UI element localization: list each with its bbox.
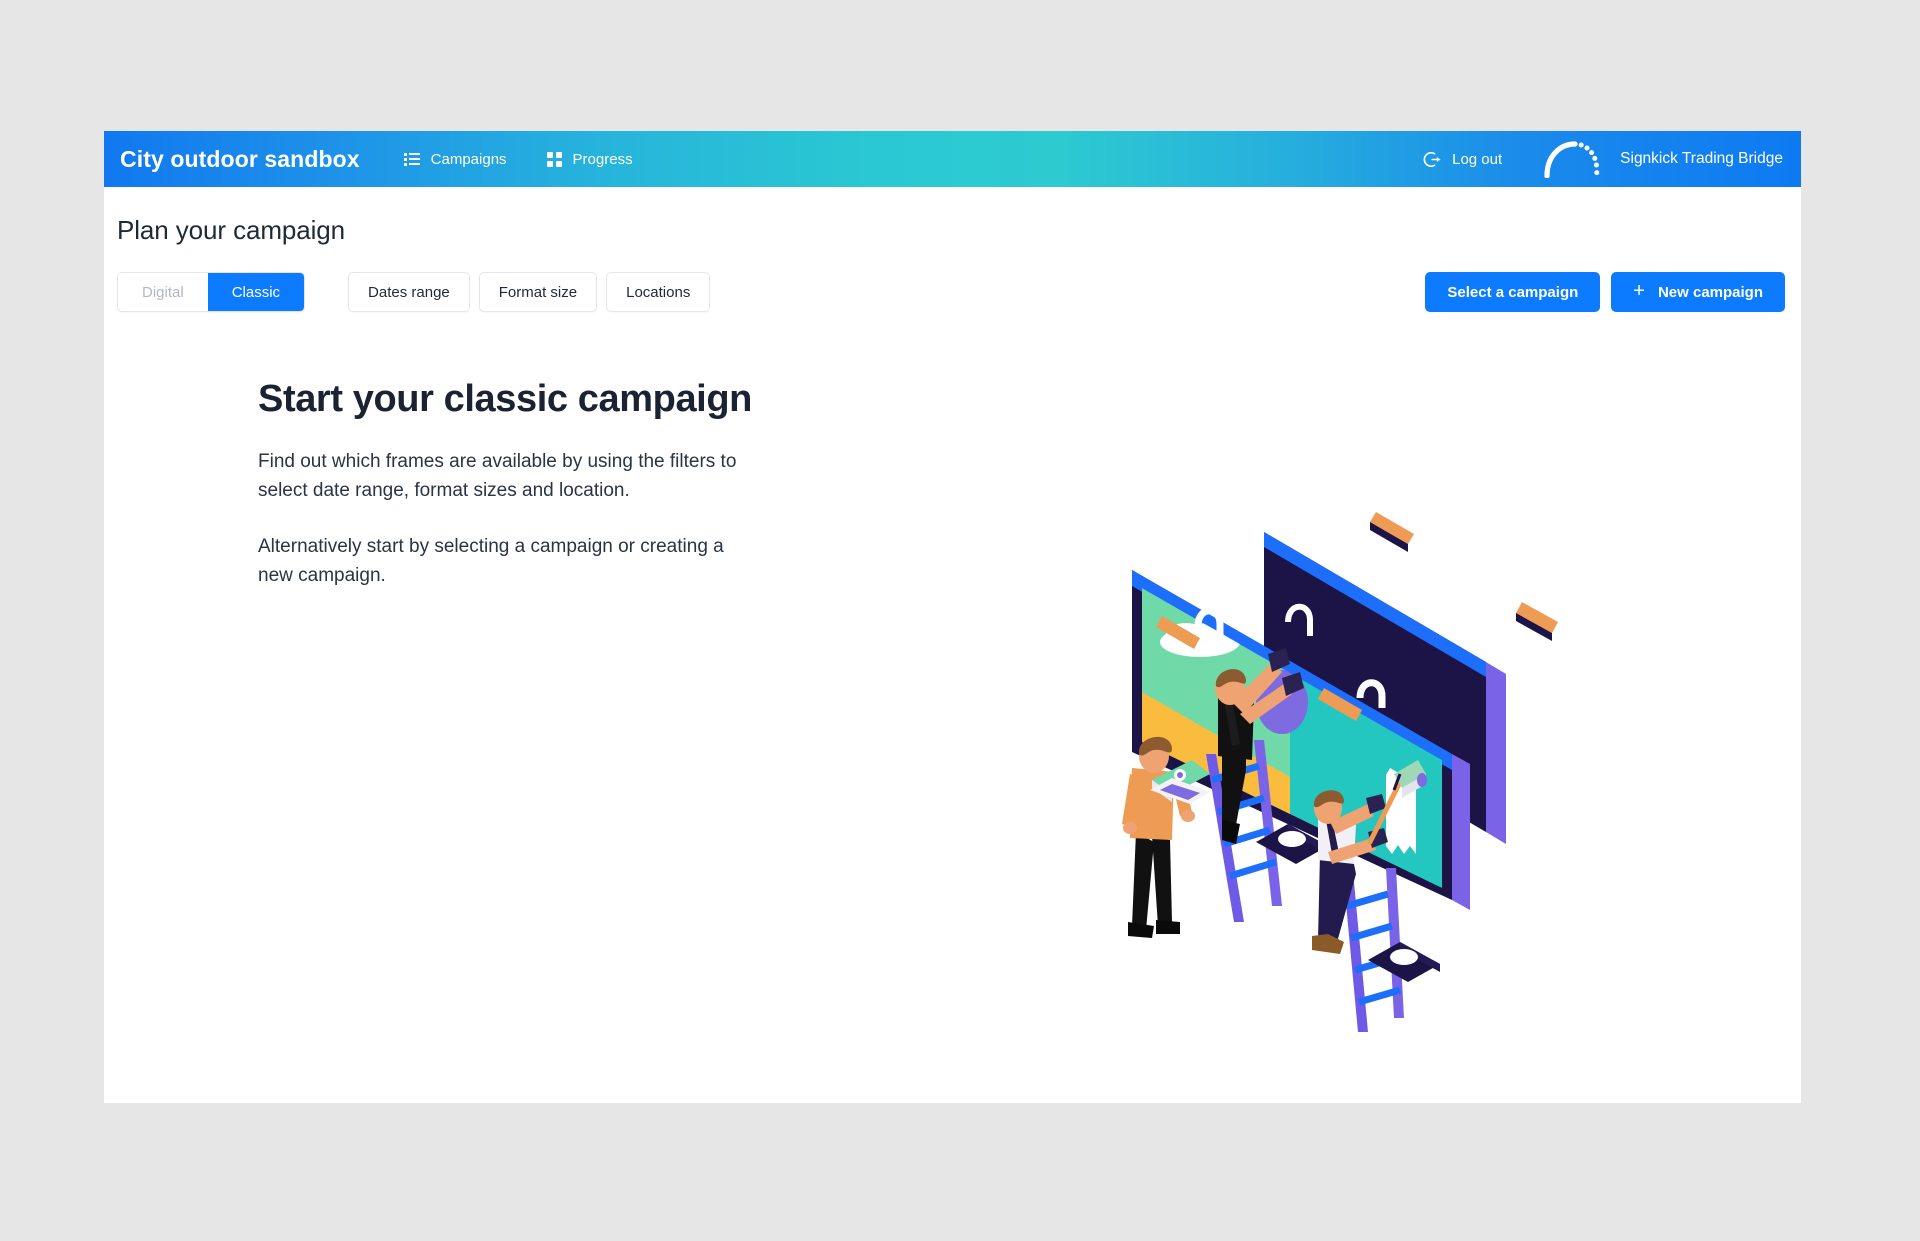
main-nav: Campaigns Progress	[403, 150, 633, 168]
mode-toggle-digital[interactable]: Digital	[118, 273, 208, 311]
controls-toolbar: Digital Classic Dates range Format size …	[104, 246, 1801, 312]
product-brandmark: Signkick Trading Bridge	[1542, 140, 1783, 178]
new-campaign-button[interactable]: + New campaign	[1611, 272, 1785, 312]
nav-item-progress[interactable]: Progress	[546, 150, 633, 168]
billboard-painters-illustration	[1114, 502, 1594, 1102]
nav-item-campaigns-label: Campaigns	[430, 150, 507, 168]
hero-paragraph-1: Find out which frames are available by u…	[258, 451, 737, 502]
filter-locations-button[interactable]: Locations	[606, 272, 711, 312]
select-a-campaign-button[interactable]: Select a campaign	[1425, 272, 1601, 312]
select-a-campaign-label: Select a campaign	[1447, 283, 1579, 301]
billboard-illustration-svg	[1122, 512, 1558, 1032]
floating-roller-right	[1516, 602, 1558, 641]
logout-button[interactable]: Log out	[1423, 150, 1502, 169]
mode-toggle-classic[interactable]: Classic	[207, 273, 305, 311]
hero-section: Start your classic campaign Find out whi…	[104, 312, 1801, 1032]
hero-title: Start your classic campaign	[258, 378, 752, 420]
product-name-label: Signkick Trading Bridge	[1620, 150, 1783, 167]
logout-icon	[1423, 151, 1441, 167]
hero-copy: Start your classic campaign Find out whi…	[104, 378, 804, 591]
signkick-arc-logo-icon	[1544, 141, 1600, 178]
filter-dates-range-button[interactable]: Dates range	[348, 272, 470, 312]
page-title: Plan your campaign	[117, 215, 345, 245]
top-bar-right-cluster: Log out Signkick Trading Bridge	[1423, 131, 1801, 187]
logout-label: Log out	[1452, 150, 1503, 168]
filter-format-size-button[interactable]: Format size	[478, 272, 598, 312]
nav-item-progress-label: Progress	[572, 150, 633, 168]
nav-item-campaigns[interactable]: Campaigns	[403, 150, 507, 168]
top-navigation-bar: City outdoor sandbox Campaigns Progress	[104, 131, 1801, 187]
grid-icon	[546, 151, 562, 167]
hero-paragraph-2: Alternatively start by selecting a campa…	[258, 535, 724, 587]
page-canvas: City outdoor sandbox Campaigns Progress	[0, 0, 1920, 1241]
mode-toggle-group[interactable]: Digital Classic	[117, 272, 306, 312]
app-window-card: City outdoor sandbox Campaigns Progress	[104, 131, 1801, 1103]
filter-button-group: Dates range Format size Locations	[348, 272, 711, 312]
primary-actions-group: Select a campaign + New campaign	[1425, 272, 1785, 312]
list-icon	[403, 152, 420, 166]
ladder-base-plate-right	[1368, 942, 1440, 982]
new-campaign-label: New campaign	[1657, 283, 1763, 301]
plus-icon: +	[1633, 280, 1645, 302]
floating-roller-top	[1370, 512, 1414, 552]
app-brand-title: City outdoor sandbox	[120, 145, 360, 172]
